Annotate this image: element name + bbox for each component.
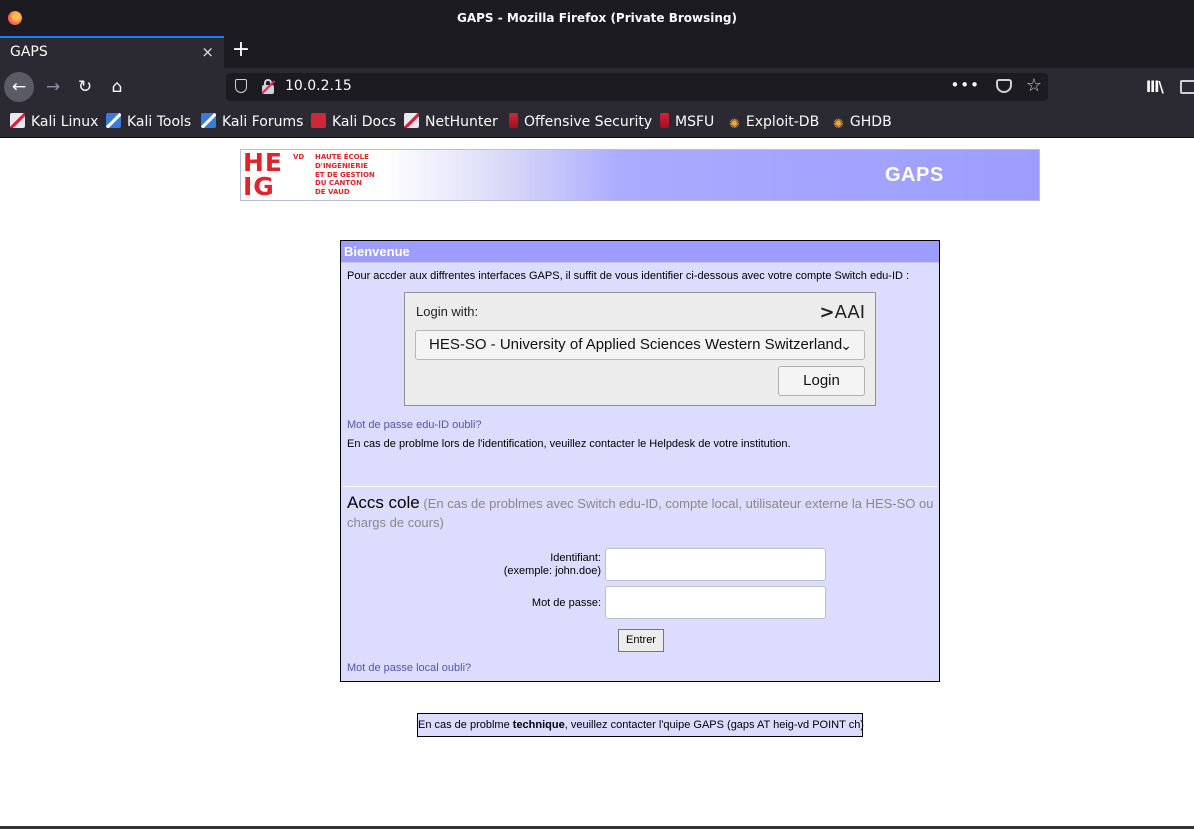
enter-button[interactable]: Entrer xyxy=(618,629,664,652)
local-access-title: Accs cole (En cas de problmes avec Switc… xyxy=(347,493,937,532)
tab-gaps[interactable]: GAPS × xyxy=(0,36,224,68)
forgot-eduid-password-link[interactable]: Mot de passe edu-ID oubli? xyxy=(347,419,482,431)
home-icon: ⌂ xyxy=(111,77,123,97)
window-title: GAPS - Mozilla Firefox (Private Browsing… xyxy=(457,11,737,25)
page-actions-menu-icon[interactable]: ••• xyxy=(950,76,980,94)
bookmarks-toolbar: Kali Linux Kali Tools Kali Forums Kali D… xyxy=(0,106,1194,138)
intro-text: Pour accder aux diffrentes interfaces GA… xyxy=(347,270,910,282)
insecure-lock-icon[interactable] xyxy=(261,79,276,94)
bookmark-exploit-db[interactable]: ✺ Exploit-DB xyxy=(729,113,819,132)
address-bar[interactable]: 10.0.2.15 ••• ☆ xyxy=(226,73,1048,101)
organisation-select[interactable]: HES-SO - University of Applied Sciences … xyxy=(415,330,865,360)
back-button[interactable]: ← xyxy=(4,72,34,102)
identifier-label: Identifiant: (exemple: john.doe) xyxy=(503,552,601,577)
reload-icon: ↻ xyxy=(77,77,93,97)
bookmark-kali-forums[interactable]: Kali Forums xyxy=(201,113,303,131)
kali-docs-icon xyxy=(311,113,326,128)
identifier-input[interactable] xyxy=(605,548,826,581)
aai-arrow-icon: > xyxy=(819,302,835,323)
bookmark-kali-tools[interactable]: Kali Tools xyxy=(106,113,191,131)
bookmark-offensive-security[interactable]: Offensive Security xyxy=(509,113,652,131)
new-tab-button[interactable]: + xyxy=(230,38,252,64)
heig-vd-logo: HE IG xyxy=(243,148,284,201)
login-with-label: Login with: xyxy=(416,304,479,319)
sidebar-icon[interactable] xyxy=(1180,80,1194,94)
kali-linux-icon xyxy=(10,113,25,128)
forward-button[interactable]: → xyxy=(38,72,68,102)
panel-heading: Bienvenue xyxy=(341,241,939,263)
helpdesk-note: En cas de problme lors de l'identificati… xyxy=(347,438,791,450)
chevron-down-icon: ⌄ xyxy=(840,337,852,353)
section-divider xyxy=(343,486,937,487)
arrow-right-icon: → xyxy=(45,77,61,97)
header-banner: HE IG VD HAUTE ÉCOLE D'INGÉNIERIE ET DE … xyxy=(240,149,1040,201)
bookmark-ghdb[interactable]: ✺ GHDB xyxy=(833,113,892,132)
nethunter-icon xyxy=(404,113,419,128)
bookmark-kali-docs[interactable]: Kali Docs xyxy=(311,113,396,131)
app-title: GAPS xyxy=(885,164,944,186)
tracking-protection-shield-icon[interactable] xyxy=(235,79,247,93)
kali-tools-icon xyxy=(106,113,121,128)
exploit-db-icon: ✺ xyxy=(729,117,740,132)
bookmark-msfu[interactable]: MSFU xyxy=(660,113,714,131)
technique-emphasis: technique xyxy=(512,719,565,731)
organisation-selected-value: HES-SO - University of Applied Sciences … xyxy=(429,336,843,353)
home-button[interactable]: ⌂ xyxy=(102,72,132,102)
password-input[interactable] xyxy=(605,586,826,619)
tab-strip: GAPS × + xyxy=(0,36,1194,68)
pocket-icon[interactable] xyxy=(996,79,1012,93)
tab-title: GAPS xyxy=(10,44,48,60)
login-panel: Bienvenue Pour accder aux diffrentes int… xyxy=(340,240,940,682)
ghdb-icon: ✺ xyxy=(833,117,844,132)
bookmark-kali-linux[interactable]: Kali Linux xyxy=(10,113,98,131)
switch-aai-login-box: Login with: >AAI HES-SO - University of … xyxy=(404,292,876,406)
bookmark-star-icon[interactable]: ☆ xyxy=(1026,75,1042,96)
url-text[interactable]: 10.0.2.15 xyxy=(285,78,352,94)
window-titlebar: GAPS - Mozilla Firefox (Private Browsing… xyxy=(0,0,1194,36)
offensive-security-icon xyxy=(509,113,518,128)
kali-forums-icon xyxy=(201,113,216,128)
login-button[interactable]: Login xyxy=(778,366,865,396)
forgot-local-password-link[interactable]: Mot de passe local oubli? xyxy=(347,662,471,674)
school-name: HAUTE ÉCOLE D'INGÉNIERIE ET DE GESTION D… xyxy=(315,153,375,197)
bookmark-nethunter[interactable]: NetHunter xyxy=(404,113,498,131)
navigation-toolbar: ← → ↻ ⌂ 10.0.2.15 ••• ☆ lll\ xyxy=(0,68,1194,106)
local-access-heading: Accs cole xyxy=(347,493,420,512)
close-tab-icon[interactable]: × xyxy=(201,43,214,61)
arrow-left-icon: ← xyxy=(11,77,27,97)
password-label: Mot de passe: xyxy=(531,597,601,609)
logo-vd: VD xyxy=(293,153,305,161)
reload-button[interactable]: ↻ xyxy=(70,72,100,102)
page-content: HE IG VD HAUTE ÉCOLE D'INGÉNIERIE ET DE … xyxy=(0,139,1194,829)
local-access-subtitle: (En cas de problmes avec Switch edu-ID, … xyxy=(347,496,934,530)
aai-logo: >AAI xyxy=(819,302,865,323)
msfu-icon xyxy=(660,113,669,128)
library-icon[interactable]: lll\ xyxy=(1146,78,1164,96)
support-footer: En cas de problme technique, veuillez co… xyxy=(417,713,864,737)
